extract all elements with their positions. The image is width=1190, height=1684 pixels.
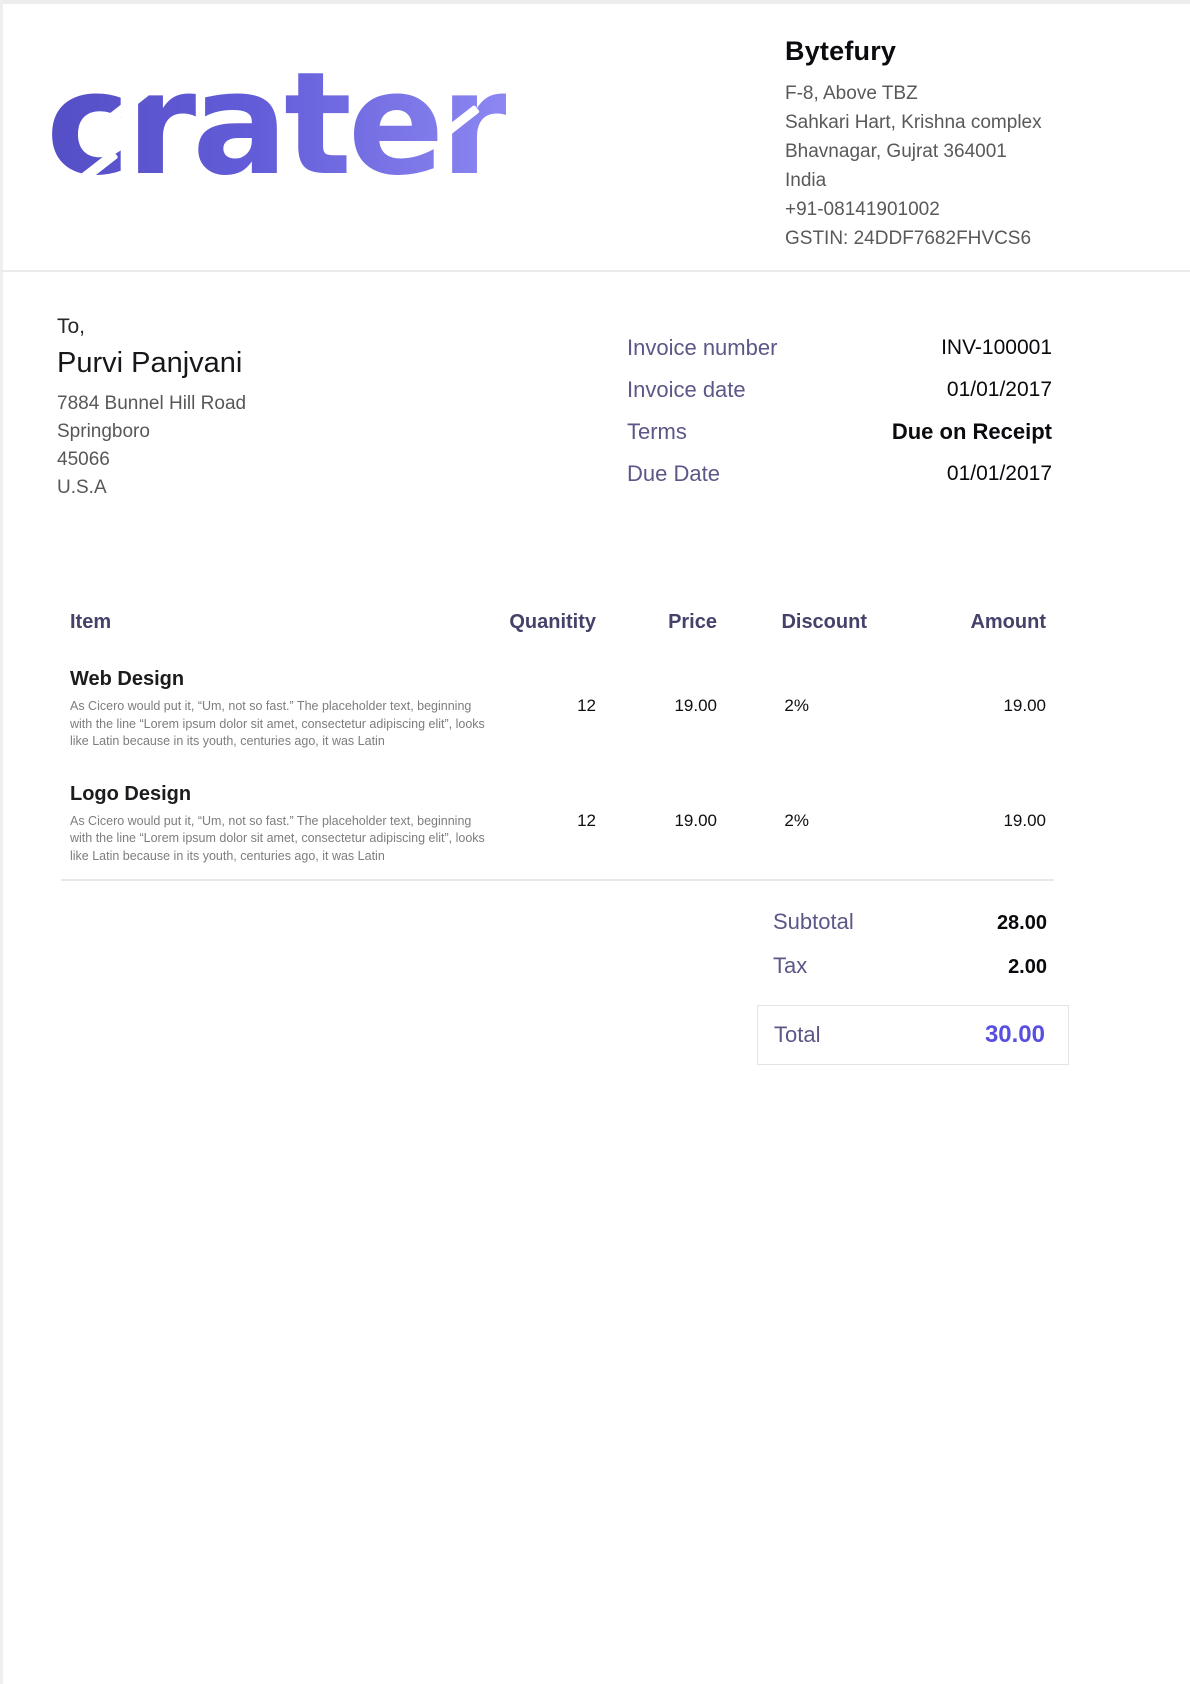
item-cell: Logo Design As Cicero would put it, “Um,… — [61, 781, 476, 866]
company-address-line: Bhavnagar, Gujrat 364001 — [785, 137, 1042, 166]
item-discount: 2% — [717, 781, 867, 866]
invoice-number-value: INV-100001 — [797, 335, 1052, 360]
subtotal-value: 28.00 — [997, 912, 1047, 935]
subtotal-row: Subtotal 28.00 — [773, 909, 1047, 935]
item-description-line: like Latin because in its youth, centuri… — [70, 733, 476, 751]
due-date-value: 01/01/2017 — [797, 461, 1052, 486]
crater-logo: crater — [46, 66, 506, 196]
company-address-line: Sahkari Hart, Krishna complex — [785, 108, 1042, 137]
company-name: Bytefury — [785, 36, 1042, 67]
terms-value: Due on Receipt — [797, 419, 1052, 444]
column-header-discount: Discount — [717, 610, 867, 634]
item-description-line: with the line “Lorem ipsum dolor sit ame… — [70, 830, 476, 848]
items-table-header: Item Quanitity Price Discount Amount — [61, 610, 1054, 634]
table-bottom-divider — [61, 879, 1054, 881]
item-quantity: 12 — [476, 666, 596, 751]
table-row: Web Design As Cicero would put it, “Um, … — [61, 666, 1054, 751]
item-price: 19.00 — [596, 781, 717, 866]
invoice-number-label: Invoice number — [627, 335, 777, 360]
company-address-line: F-8, Above TBZ — [785, 79, 1042, 108]
item-cell: Web Design As Cicero would put it, “Um, … — [61, 666, 476, 751]
invoice-meta: Invoice number INV-100001 Invoice date 0… — [627, 335, 1052, 486]
company-block: Bytefury F-8, Above TBZ Sahkari Hart, Kr… — [785, 36, 1042, 253]
column-header-quantity: Quanitity — [476, 610, 596, 634]
tax-label: Tax — [773, 953, 807, 979]
item-discount: 2% — [717, 666, 867, 751]
company-phone: +91-08141901002 — [785, 195, 1042, 224]
subtotal-label: Subtotal — [773, 909, 854, 935]
company-gstin: GSTIN: 24DDF7682FHVCS6 — [785, 224, 1042, 253]
terms-label: Terms — [627, 419, 777, 444]
crater-logo-text: crater — [46, 42, 506, 207]
item-price: 19.00 — [596, 666, 717, 751]
column-header-item: Item — [61, 610, 476, 634]
due-date-label: Due Date — [627, 461, 777, 486]
company-address-line: India — [785, 166, 1042, 195]
item-description: As Cicero would put it, “Um, not so fast… — [70, 813, 476, 866]
item-description-line: As Cicero would put it, “Um, not so fast… — [70, 698, 476, 716]
total-box: Total 30.00 — [757, 1005, 1069, 1065]
invoice-date-label: Invoice date — [627, 377, 777, 402]
item-amount: 19.00 — [867, 781, 1046, 866]
item-description-line: like Latin because in its youth, centuri… — [70, 848, 476, 866]
invoice-date-value: 01/01/2017 — [797, 377, 1052, 402]
totals-section: Subtotal 28.00 Tax 2.00 Total 30.00 — [61, 909, 1054, 1065]
tax-value: 2.00 — [1008, 956, 1047, 979]
total-value: 30.00 — [985, 1021, 1045, 1049]
column-header-amount: Amount — [867, 610, 1046, 634]
items-table: Item Quanitity Price Discount Amount Web… — [61, 610, 1054, 1065]
tax-row: Tax 2.00 — [773, 953, 1047, 979]
invoice-info-section: To, Purvi Panjvani 7884 Bunnel Hill Road… — [0, 272, 1190, 602]
item-amount: 19.00 — [867, 666, 1046, 751]
item-description: As Cicero would put it, “Um, not so fast… — [70, 698, 476, 751]
item-description-line: As Cicero would put it, “Um, not so fast… — [70, 813, 476, 831]
item-description-line: with the line “Lorem ipsum dolor sit ame… — [70, 716, 476, 734]
company-address: F-8, Above TBZ Sahkari Hart, Krishna com… — [785, 79, 1042, 253]
invoice-page: crater Bytefury F-8, Above TBZ Sahkari H… — [0, 0, 1190, 1684]
table-row: Logo Design As Cicero would put it, “Um,… — [61, 781, 1054, 866]
item-quantity: 12 — [476, 781, 596, 866]
item-name: Logo Design — [70, 781, 476, 807]
invoice-header: crater Bytefury F-8, Above TBZ Sahkari H… — [0, 0, 1190, 272]
item-name: Web Design — [70, 666, 476, 692]
total-label: Total — [774, 1022, 820, 1048]
column-header-price: Price — [596, 610, 717, 634]
